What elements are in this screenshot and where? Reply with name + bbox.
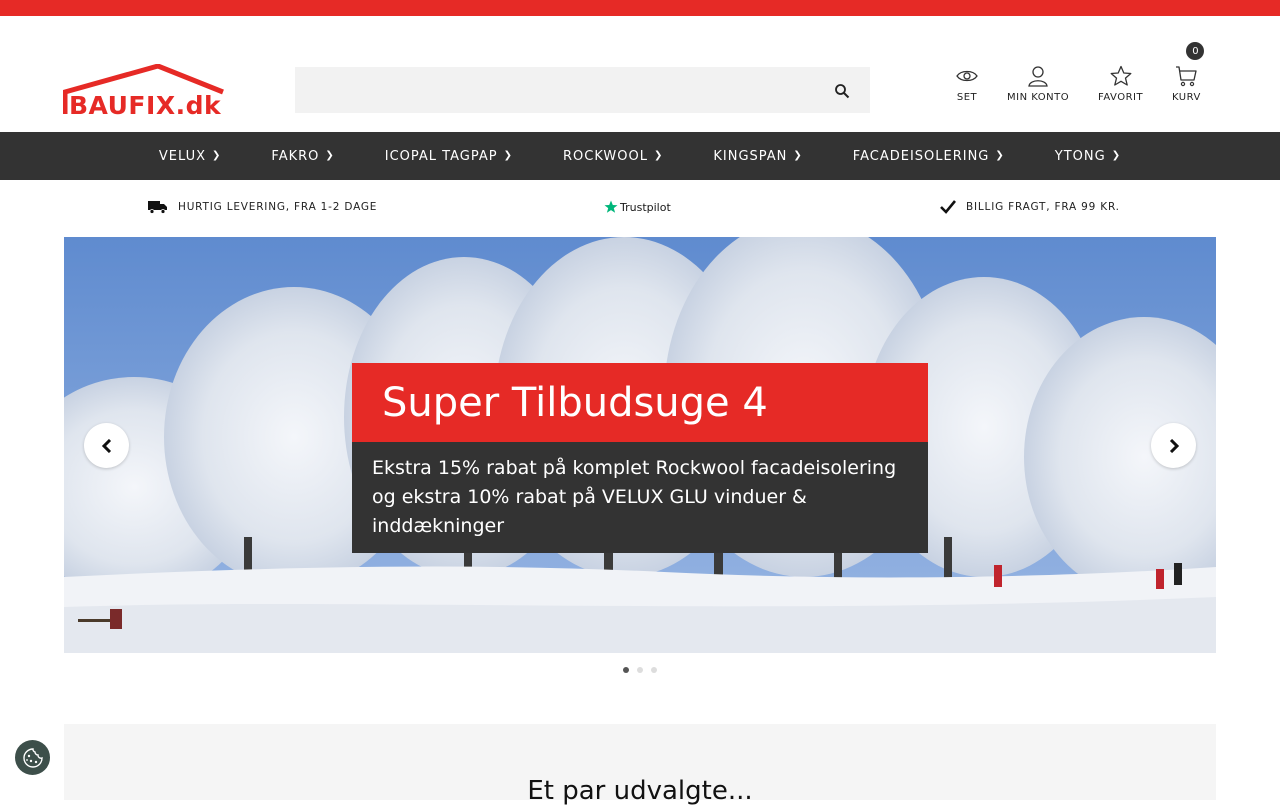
hero-slider: Super Tilbudsuge 4 Ekstra 15% rabat på k… [64, 237, 1216, 653]
cart-icon: 0 [1174, 42, 1205, 88]
search-icon[interactable] [834, 83, 850, 99]
usp-shipping: BILLIG FRAGT, FRA 99 KR. [940, 200, 1120, 214]
chevron-down-icon: ❯ [1111, 149, 1122, 161]
main-nav: VELUX ❯ FAKRO ❯ ICOPAL TAGPAP ❯ ROCKWOOL ❯ K… [0, 132, 1280, 180]
trustpilot-badge[interactable]: Trustpilot [604, 200, 671, 214]
cookie-settings-button[interactable] [15, 740, 50, 775]
set-label: SET [956, 92, 978, 103]
chevron-down-icon: ❯ [212, 149, 222, 161]
nav-item-label: YTONG [1054, 148, 1106, 164]
truck-icon [148, 201, 167, 214]
nav-item-label: KINGSPAN [713, 148, 788, 164]
trustpilot-star-icon [604, 200, 618, 213]
featured-section: Et par udvalgte... [64, 724, 1216, 806]
usp-bar: HURTIG LEVERING, FRA 1-2 DAGE Trustpilot… [0, 180, 1280, 237]
user-icon [1026, 64, 1050, 88]
trustpilot-text: Trustpilot [620, 200, 671, 214]
slider-next-button[interactable] [1151, 423, 1196, 468]
site-header: BAUFIX.dk SET MIN KONTO FAVORIT 0 KURV [0, 16, 1280, 132]
chevron-right-icon [1169, 438, 1179, 453]
nav-item-ytong[interactable]: YTONG ❯ [1055, 149, 1121, 164]
set-button[interactable]: SET [955, 64, 979, 103]
top-accent-bar [0, 0, 1280, 16]
slider-dot-2[interactable] [637, 667, 643, 673]
nav-item-rockwool[interactable]: ROCKWOOL ❯ [563, 149, 663, 164]
nav-item-icopal-tagpap[interactable]: ICOPAL TAGPAP ❯ [385, 149, 513, 164]
checkmark-icon [940, 200, 956, 214]
nav-item-facadeisolering[interactable]: FACADEISOLERING ❯ [853, 149, 1005, 164]
hero-text: Ekstra 15% rabat på komplet Rockwool fac… [352, 442, 928, 553]
svg-text:BAUFIX.dk: BAUFIX.dk [69, 91, 222, 118]
usp-delivery: HURTIG LEVERING, FRA 1-2 DAGE [148, 200, 377, 214]
nav-item-kingspan[interactable]: KINGSPAN ❯ [713, 149, 802, 164]
account-label: MIN KONTO [1007, 92, 1070, 103]
eye-icon [955, 64, 979, 88]
chevron-down-icon: ❯ [793, 149, 803, 161]
nav-item-fakro[interactable]: FAKRO ❯ [271, 149, 334, 164]
search-bar [295, 67, 870, 113]
chevron-down-icon: ❯ [995, 149, 1005, 161]
chevron-left-icon [101, 438, 111, 453]
slider-dot-1[interactable] [623, 667, 629, 673]
chevron-down-icon: ❯ [503, 149, 513, 161]
nav-item-label: VELUX [158, 148, 207, 164]
cart-button[interactable]: 0 KURV [1172, 42, 1205, 103]
favorite-label: FAVORIT [1098, 92, 1144, 103]
chevron-down-icon: ❯ [653, 149, 664, 161]
account-button[interactable]: MIN KONTO [1007, 64, 1069, 103]
nav-item-label: ROCKWOOL [563, 148, 648, 164]
cart-label: KURV [1172, 92, 1201, 103]
hero-caption: Super Tilbudsuge 4 Ekstra 15% rabat på k… [352, 363, 928, 553]
baufix-logo[interactable]: BAUFIX.dk [63, 64, 225, 118]
usp-delivery-text: HURTIG LEVERING, FRA 1-2 DAGE [178, 201, 378, 213]
nav-item-label: ICOPAL TAGPAP [384, 148, 498, 164]
star-icon [1109, 64, 1133, 88]
slider-dots [0, 667, 1280, 673]
cookie-icon [22, 747, 43, 768]
search-input[interactable] [295, 67, 870, 113]
section-heading: Et par udvalgte... [527, 776, 753, 806]
nav-item-velux[interactable]: VELUX ❯ [159, 149, 222, 164]
usp-shipping-text: BILLIG FRAGT, FRA 99 KR. [966, 201, 1120, 213]
nav-item-label: FAKRO [271, 148, 320, 164]
nav-item-label: FACADEISOLERING [852, 148, 990, 164]
slider-dot-3[interactable] [651, 667, 657, 673]
slider-prev-button[interactable] [84, 423, 129, 468]
favorite-button[interactable]: FAVORIT [1098, 64, 1143, 103]
chevron-down-icon: ❯ [325, 149, 335, 161]
hero-title[interactable]: Super Tilbudsuge 4 [352, 363, 928, 442]
cart-count-badge: 0 [1186, 42, 1205, 60]
